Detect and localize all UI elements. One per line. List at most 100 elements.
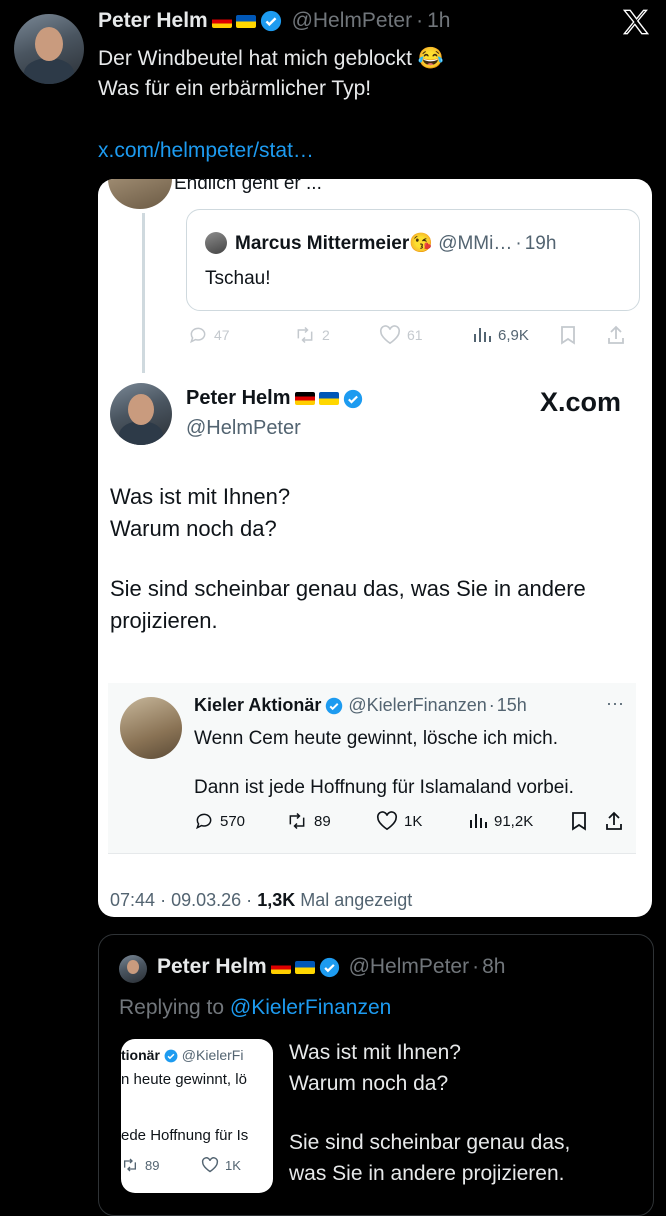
tweet-text: Der Windbeutel hat mich geblockt 😂 Was f… [98,44,444,104]
tweet-footer: 07:44 · 09.03.26 · 1,3K Mal angezeigt [110,890,412,911]
like-count-value: 1K [404,812,423,830]
reply-tweet-card[interactable]: Peter Helm @HelmPeter · 8h Replying to @Ki… [98,934,654,1216]
like-count[interactable]: 1K [376,811,422,831]
inner-author-name: Kieler Aktionär [194,695,322,715]
x-com-logo: X.com [540,387,622,417]
quoted-time: 19h [524,233,557,254]
reply-author-name[interactable]: Peter Helm [157,955,267,978]
faded-stats-row: 47 2 61 6,9K [186,323,638,347]
thumb-author-name: tionär [121,1047,160,1063]
ukraine-flag-icon [294,960,315,974]
quoted-tweet[interactable]: Marcus Mittermeier😘 @MMi… · 19h Tschau! [186,209,640,311]
heart-icon [201,1157,219,1173]
thumb-like-count: 1K [201,1157,241,1173]
like-count[interactable]: 61 [379,325,423,345]
retweet-count-value: 89 [314,812,331,830]
quoted-author-handle: @MMi… [438,233,513,254]
footer-view-count: 1,3K [257,890,296,910]
reply-header: Peter Helm @HelmPeter · 8h [157,955,505,979]
ukraine-flag-icon [318,392,339,406]
inner-header: Kieler Aktionär @KielerFinanzen · 15h [194,695,527,716]
avatar[interactable] [14,14,84,84]
verified-badge-icon [343,389,362,408]
reply-line-1: Was ist mit Ihnen? [289,1041,461,1064]
verified-badge-icon [164,1049,178,1063]
thumb-retweet-value: 89 [145,1157,160,1173]
like-count-value: 61 [407,327,423,343]
inner-time: 15h [496,695,527,715]
tweet-link[interactable]: x.com/helmpeter/stat… [98,139,314,163]
retweet-icon [289,812,305,830]
share-icon[interactable] [606,324,626,346]
heart-icon [376,811,398,831]
x-logo-icon[interactable] [622,8,652,38]
reply-line-2: Warum noch da? [289,1072,449,1095]
tweet-time[interactable]: 1h [427,9,450,32]
attached-image-thumbnail[interactable]: tionär @KielerFi n heute gewinnt, lö ede… [121,1039,273,1193]
views-icon [474,328,491,342]
view-count[interactable]: 91,2K [468,811,533,831]
reply-count[interactable]: 570 [194,811,245,831]
thumb-header: tionär @KielerFi [121,1047,243,1063]
author-handle[interactable]: @HelmPeter [292,9,413,32]
reply-count[interactable]: 47 [188,325,230,345]
reply-line-4: was Sie in andere projizieren. [289,1162,565,1185]
reply-author-handle[interactable]: @HelmPeter [349,955,470,978]
verified-badge-icon [326,698,343,715]
avatar [205,232,227,254]
more-options-icon[interactable]: ··· [606,693,624,714]
thumb-author-handle: @KielerFi [181,1047,244,1063]
tweet-header: Peter Helm @HelmPeter · 1h [98,9,450,33]
inner-line-1: Wenn Cem heute gewinnt, lösche ich mich. [194,728,558,749]
avatar [120,697,182,759]
inner-line-2: Dann ist jede Hoffnung für Islamaland vo… [194,777,574,798]
inner-tweet-text: Wenn Cem heute gewinnt, lösche ich mich.… [194,725,574,801]
share-icon[interactable] [604,810,624,832]
main-line-1: Was ist mit Ihnen? [110,484,291,509]
germany-flag-icon [270,960,291,974]
germany-flag-icon [294,392,315,406]
separator-dot: · [416,9,424,32]
avatar [119,955,147,983]
separator-dot: · [160,890,167,910]
reply-line-3: Sie sind scheinbar genau das, [289,1131,571,1154]
footer-date: 09.03.26 [171,890,242,910]
main-line-2: Warum noch da? [110,516,277,541]
replying-to-handle[interactable]: @KielerFinanzen [230,996,391,1019]
thumb-like-value: 1K [225,1157,241,1173]
bookmark-icon[interactable] [570,811,588,831]
view-count[interactable]: 6,9K [472,325,529,345]
main-author-handle[interactable]: @HelmPeter [186,417,301,440]
kiss-emoji-icon: 😘 [409,233,433,254]
thumb-line-1: n heute gewinnt, lö [121,1071,247,1088]
verified-badge-icon [260,11,281,32]
quoted-header: Marcus Mittermeier😘 @MMi… · 19h [235,231,556,255]
view-count-value: 91,2K [494,812,534,830]
separator-dot: · [515,233,522,254]
footer-views-label: Mal angezeigt [300,890,413,910]
retweet-count[interactable]: 89 [286,811,331,831]
views-icon [470,814,487,828]
author-name[interactable]: Peter Helm [98,9,208,32]
footer-time: 07:44 [110,890,156,910]
retweet-icon [124,1158,136,1172]
heart-icon [379,325,401,345]
replying-to: Replying to @KielerFinanzen [119,996,391,1020]
main-line-4: projizieren. [110,608,218,633]
reply-icon [190,327,206,344]
laughing-emoji-icon: 😂 [417,47,444,70]
bookmark-icon[interactable] [559,325,577,345]
retweet-count[interactable]: 2 [294,325,330,345]
germany-flag-icon [211,14,232,28]
separator-dot: · [472,955,480,978]
main-author-name[interactable]: Peter Helm [186,387,291,409]
prev-tweet-text: Endlich geht er ... [174,179,322,194]
quoted-text: Tschau! [205,268,271,289]
tweet-line-1: Der Windbeutel hat mich geblockt [98,47,412,70]
tweet-line-2: Was für ein erbärmlicher Typ! [98,77,372,100]
ukraine-flag-icon [235,14,256,28]
embedded-tweet-card[interactable]: Endlich geht er ... Marcus Mittermeier😘 … [98,179,652,917]
quoted-author-name: Marcus Mittermeier [235,233,410,254]
quoted-screenshot[interactable]: Kieler Aktionär @KielerFinanzen · 15h ··· … [108,683,636,854]
avatar[interactable] [110,383,172,445]
